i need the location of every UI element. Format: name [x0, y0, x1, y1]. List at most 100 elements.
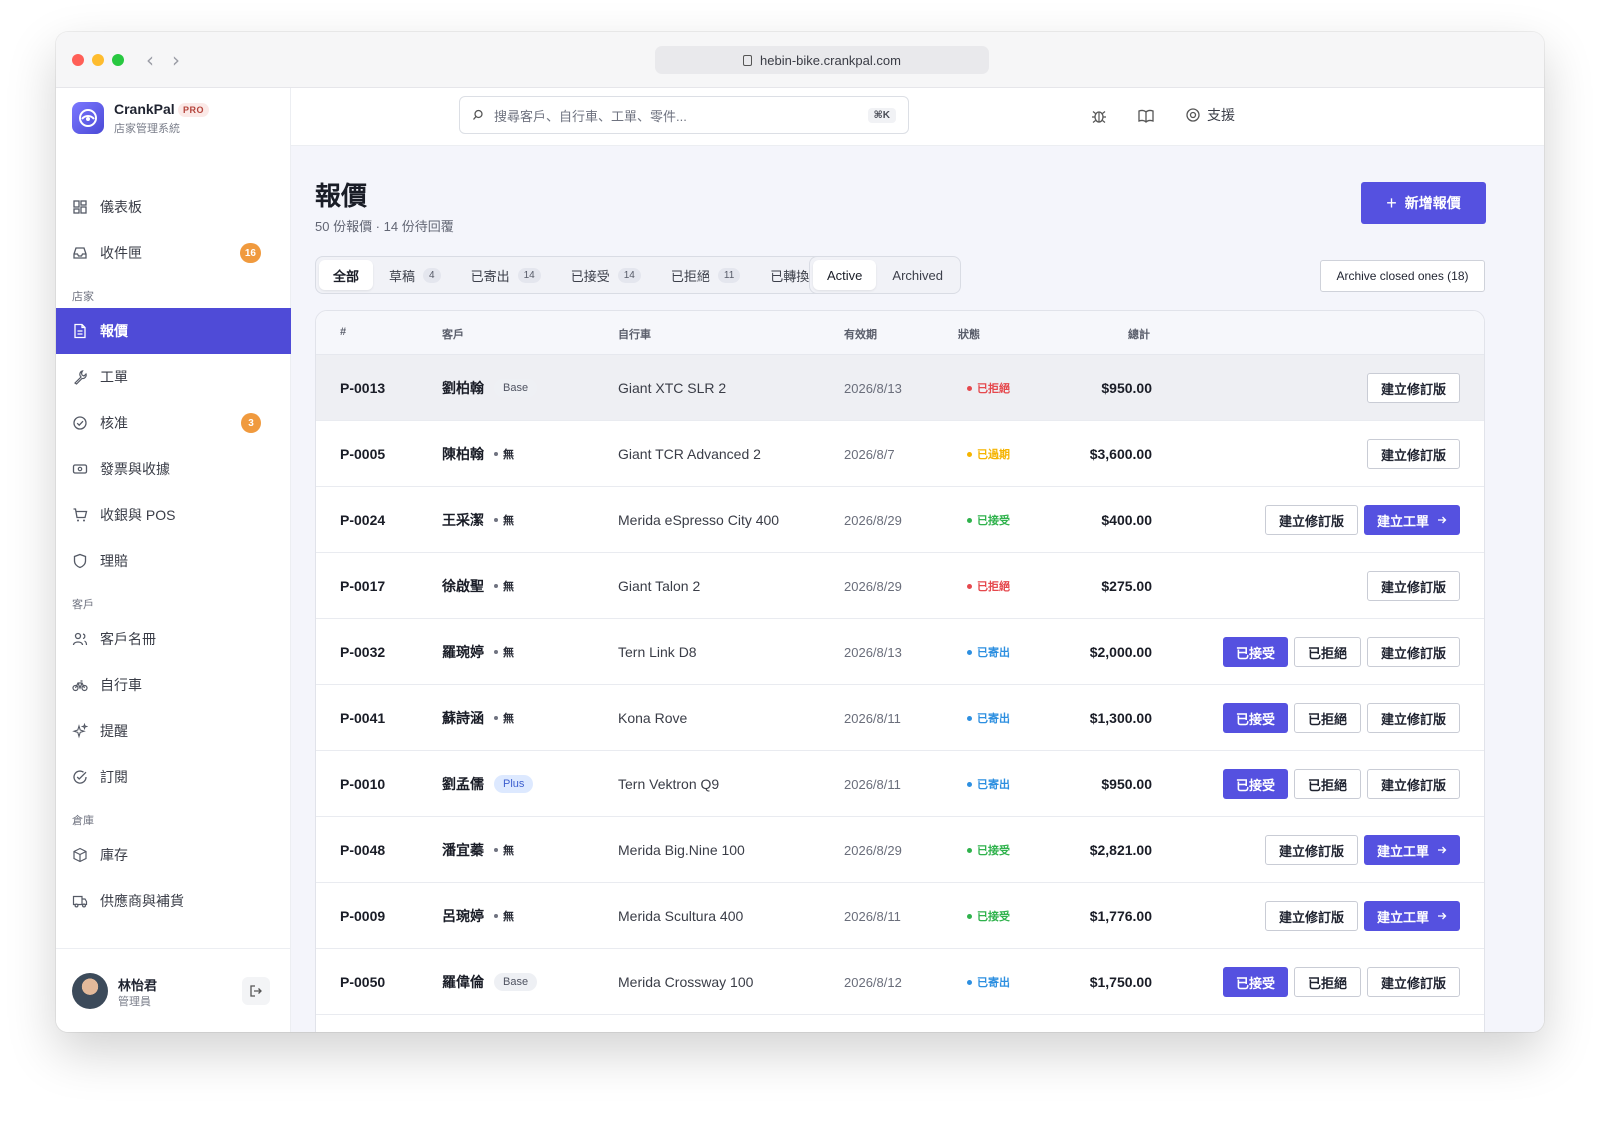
create-revision-button[interactable]: 建立修訂版 [1264, 835, 1358, 865]
create-revision-button[interactable]: 建立修訂版 [1366, 637, 1460, 667]
reject-button[interactable]: 已拒絕 [1293, 637, 1361, 667]
sidebar-item-check-circle[interactable]: 核准 3 [56, 400, 291, 446]
search-input[interactable]: 搜尋客戶、自行車、工單、零件... ⌘K [459, 96, 909, 134]
table-row[interactable]: P-0010 劉孟儒 Plus Tern Vektron Q9 2026/8/11 已寄出… [316, 751, 1484, 817]
crankpal-logo-icon[interactable] [72, 102, 104, 134]
status-tab[interactable]: 已接受 14 [557, 260, 655, 290]
row-actions: 建立修訂版 [1366, 355, 1460, 421]
sidebar-item-bike[interactable]: 自行車 [56, 662, 291, 708]
scope-tab[interactable]: Active [813, 260, 877, 290]
create-work-order-button[interactable]: 建立工單 [1363, 901, 1460, 931]
status-tab[interactable]: 已拒絕 11 [657, 260, 754, 290]
close-window-button[interactable] [72, 54, 84, 66]
reject-button[interactable]: 已拒絕 [1293, 967, 1361, 997]
table-row[interactable]: P-0013 劉柏翰 Base Giant XTC SLR 2 2026/8/13 已拒絕… [316, 355, 1484, 421]
avatar[interactable] [72, 973, 108, 1009]
new-quote-label: 新增報價 [1404, 195, 1461, 211]
table-row[interactable]: P-0009 呂琬婷 無 Merida Scultura 400 2026/8/11 已接… [316, 883, 1484, 949]
table-row[interactable]: P-0032 羅琬婷 無 Tern Link D8 2026/8/13 已寄出 $2,000… [316, 619, 1484, 685]
back-arrow-icon[interactable]: ‹ [146, 48, 154, 72]
sidebar-item-sparkle[interactable]: 提醒 [56, 708, 291, 754]
create-revision-button[interactable]: 建立修訂版 [1366, 703, 1460, 733]
create-work-order-button[interactable]: 建立工單 [1363, 505, 1460, 535]
forward-arrow-icon[interactable]: › [172, 48, 180, 72]
table-row[interactable]: P-0041 蘇詩涵 無 Kona Rove 2026/8/11 已寄出 $1,300.00… [316, 685, 1484, 751]
tab-label: 已寄出 [470, 268, 510, 284]
archive-closed-button[interactable]: Archive closed ones (18) [1320, 260, 1485, 292]
create-revision-button[interactable]: 建立修訂版 [1366, 769, 1460, 799]
user-name: 林怡君 [118, 978, 158, 993]
plus-icon: + [1386, 192, 1397, 213]
table-row[interactable]: P-0048 潘宜蓁 無 Merida Big.Nine 100 2026/8/29 已接… [316, 817, 1484, 883]
sidebar-item-label: 發票與收據 [100, 461, 170, 477]
valid-until: 2026/8/11 [844, 776, 901, 792]
sidebar-item-subscription[interactable]: 訂閱 [56, 754, 291, 800]
scope-tab[interactable]: Archived [878, 260, 957, 290]
support-link[interactable]: 支援 [1185, 105, 1235, 125]
sidebar-item-shield[interactable]: 理賠 [56, 538, 291, 584]
sidebar-item-users[interactable]: 客戶名冊 [56, 616, 291, 662]
bug-icon[interactable] [1089, 106, 1109, 126]
row-actions: 建立修訂版 [1366, 421, 1460, 487]
status-dot-icon [967, 649, 972, 655]
sidebar-item-receipt[interactable]: 發票與收據 [56, 446, 291, 492]
bike-name: Merida eSpresso City 400 [618, 512, 780, 528]
button-label: 建立工單 [1376, 513, 1429, 529]
accept-button[interactable]: 已接受 [1222, 967, 1288, 997]
url-text: hebin-bike.crankpal.com [760, 52, 901, 68]
create-revision-button[interactable]: 建立修訂版 [1366, 571, 1460, 601]
user-role: 管理員 [118, 996, 151, 1008]
search-icon [473, 109, 483, 120]
accept-button[interactable]: 已接受 [1222, 769, 1288, 799]
address-bar[interactable]: hebin-bike.crankpal.com [655, 46, 989, 74]
table-row[interactable]: P-0050 羅偉倫 Base Merida Crossway 100 2026/8/1… [316, 949, 1484, 1015]
customer-name: 徐啟聖 [442, 578, 484, 594]
sidebar-item-truck[interactable]: 供應商與補貨 [56, 878, 291, 924]
sidebar-item-wrench[interactable]: 工單 [56, 354, 291, 400]
accept-button[interactable]: 已接受 [1222, 637, 1288, 667]
status-tab[interactable]: 全部 [319, 260, 374, 290]
status-tab[interactable]: 草稿 4 [375, 260, 455, 290]
tab-count: 4 [423, 267, 441, 283]
bike-name: Merida Big.Nine 100 [618, 842, 745, 858]
status-tab[interactable]: 已寄出 14 [457, 260, 555, 290]
table-row[interactable]: P-0024 王采潔 無 Merida eSpresso City 400 2026/8… [316, 487, 1484, 553]
table-row[interactable]: P-0017 徐啟聖 無 Giant Talon 2 2026/8/29 已拒絕 $275.… [316, 553, 1484, 619]
create-revision-button[interactable]: 建立修訂版 [1264, 505, 1358, 535]
create-revision-button[interactable]: 建立修訂版 [1366, 967, 1460, 997]
sidebar-item-quote[interactable]: 報價 [56, 308, 291, 354]
create-work-order-button[interactable]: 建立工單 [1363, 835, 1460, 865]
maximize-window-button[interactable] [112, 54, 124, 66]
minimize-window-button[interactable] [92, 54, 104, 66]
valid-until: 2026/8/29 [844, 842, 902, 858]
book-icon[interactable] [1136, 106, 1156, 126]
button-label: 建立修訂版 [1380, 975, 1446, 991]
column-header: 客戶 [442, 329, 464, 341]
new-quote-button[interactable]: + 新增報價 [1361, 182, 1486, 224]
status-text: 已接受 [977, 515, 1010, 527]
sidebar-item-cart[interactable]: 收銀與 POS [56, 492, 291, 538]
status-text: 已接受 [977, 845, 1010, 857]
accept-button[interactable]: 已接受 [1222, 703, 1288, 733]
create-revision-button[interactable]: 建立修訂版 [1366, 439, 1460, 469]
sidebar-item-dashboard[interactable]: 儀表板 [56, 184, 291, 230]
button-label: 建立修訂版 [1278, 843, 1344, 859]
page-subtitle: 50 份報價 · 14 份待回覆 [315, 219, 454, 234]
create-revision-button[interactable]: 建立修訂版 [1264, 901, 1358, 931]
reject-button[interactable]: 已拒絕 [1293, 703, 1361, 733]
table-row[interactable]: P-0005 陳柏翰 無 Giant TCR Advanced 2 2026/8/7 已過… [316, 421, 1484, 487]
sidebar-item-label: 理賠 [100, 553, 128, 569]
quote-total: $950.00 [1101, 380, 1152, 396]
create-revision-button[interactable]: 建立修訂版 [1366, 373, 1460, 403]
sidebar-item-inbox[interactable]: 收件匣 16 [56, 230, 291, 276]
reject-button[interactable]: 已拒絕 [1293, 769, 1361, 799]
quotes-table: # 客戶 自行車 有效期 狀態 總計 P-0013 劉柏翰 Base Giant XT… [315, 310, 1485, 1032]
customer-name: 潘宜蓁 [442, 842, 484, 858]
browser-window: ‹ › hebin-bike.crankpal.com CrankPal PRO… [56, 32, 1544, 1032]
sidebar-item-box[interactable]: 庫存 [56, 832, 291, 878]
status-text: 已接受 [977, 911, 1010, 923]
page-title: 報價 [315, 181, 368, 211]
row-actions: 已接受 已拒絕 建立修訂版 [1222, 751, 1460, 817]
logout-button[interactable] [242, 977, 270, 1005]
tier-dot-icon [494, 518, 498, 522]
